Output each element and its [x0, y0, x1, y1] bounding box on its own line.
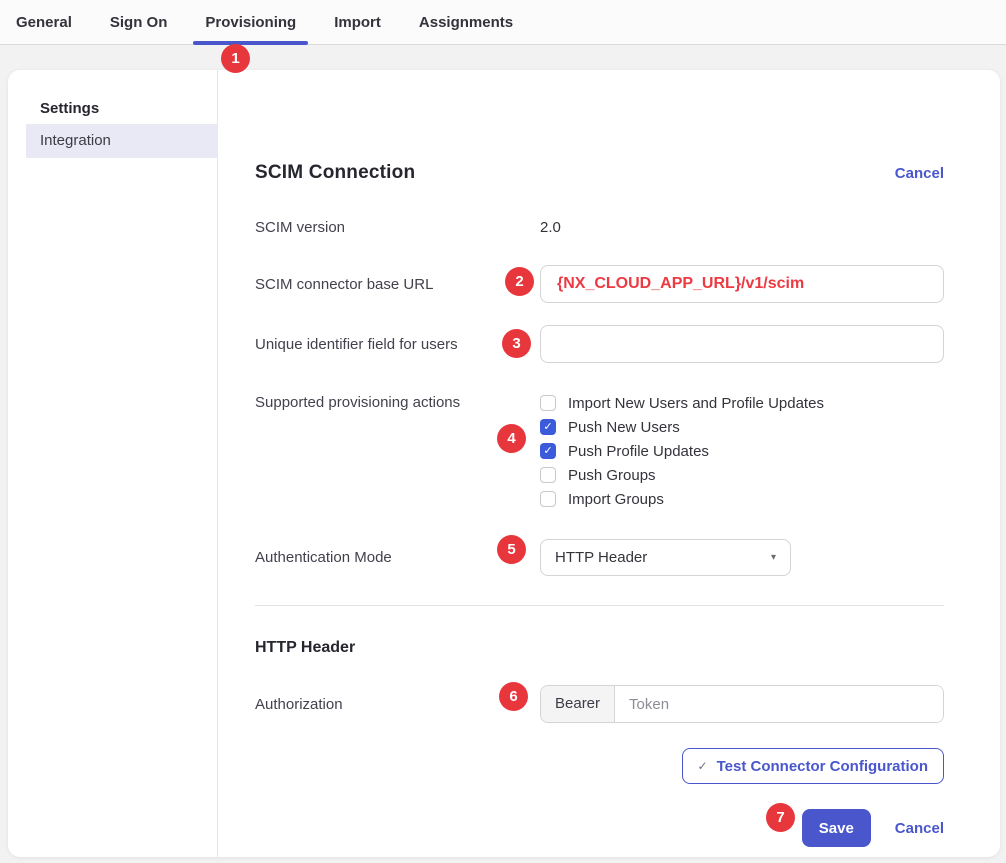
checkbox-import-groups[interactable]: Import Groups — [540, 487, 944, 511]
unique-id-label: Unique identifier field for users — [255, 336, 540, 353]
annotation-badge-4: 4 — [497, 424, 526, 453]
annotation-badge-2: 2 — [505, 267, 534, 296]
checkbox-label: Import New Users and Profile Updates — [568, 395, 824, 412]
checkbox-import-new-users[interactable]: Import New Users and Profile Updates — [540, 391, 944, 415]
tab-import[interactable]: Import — [322, 0, 393, 44]
base-url-input[interactable] — [540, 265, 944, 303]
annotation-badge-3: 3 — [502, 329, 531, 358]
checkbox-checked-icon[interactable] — [540, 443, 556, 459]
test-connector-configuration-button[interactable]: ✓ Test Connector Configuration — [682, 748, 944, 784]
token-input[interactable] — [615, 686, 943, 722]
provisioning-panel: Settings Integration SCIM Connection Can… — [8, 70, 1000, 857]
cancel-link-bottom[interactable]: Cancel — [895, 820, 944, 837]
auth-mode-select[interactable]: HTTP Header ▾ — [540, 539, 791, 576]
scim-version-value: 2.0 — [540, 219, 944, 236]
checkbox-label: Push Profile Updates — [568, 443, 709, 460]
test-button-label: Test Connector Configuration — [717, 758, 928, 775]
checkbox-push-new-users[interactable]: Push New Users — [540, 415, 944, 439]
tab-assignments[interactable]: Assignments — [407, 0, 525, 44]
scim-connection-form: SCIM Connection Cancel SCIM version 2.0 … — [218, 70, 1000, 857]
section-divider — [255, 605, 944, 606]
checkbox-label: Push New Users — [568, 419, 680, 436]
tab-sign-on[interactable]: Sign On — [98, 0, 180, 44]
tab-provisioning[interactable]: Provisioning — [193, 0, 308, 44]
auth-mode-selected-value: HTTP Header — [555, 549, 647, 566]
sidebar-item-integration[interactable]: Integration — [26, 124, 218, 158]
provisioning-actions-label: Supported provisioning actions — [255, 391, 540, 411]
save-button[interactable]: Save — [802, 809, 871, 847]
checkbox-checked-icon[interactable] — [540, 419, 556, 435]
check-icon: ✓ — [698, 759, 708, 773]
sidebar-heading: Settings — [8, 100, 217, 118]
authorization-label: Authorization — [255, 696, 540, 713]
authorization-input-group: Bearer — [540, 685, 944, 723]
page-title: SCIM Connection — [255, 162, 415, 184]
checkbox-label: Import Groups — [568, 491, 664, 508]
checkbox-push-profile-updates[interactable]: Push Profile Updates — [540, 439, 944, 463]
settings-sidebar: Settings Integration — [8, 70, 218, 857]
scim-version-label: SCIM version — [255, 219, 540, 236]
http-header-section-heading: HTTP Header — [255, 639, 944, 659]
annotation-badge-7: 7 — [766, 803, 795, 832]
checkbox-label: Push Groups — [568, 467, 656, 484]
checkbox-unchecked-icon[interactable] — [540, 395, 556, 411]
checkbox-push-groups[interactable]: Push Groups — [540, 463, 944, 487]
chevron-down-icon: ▾ — [771, 552, 776, 563]
unique-id-input[interactable] — [540, 325, 944, 363]
app-tab-bar: General Sign On Provisioning Import Assi… — [0, 0, 1006, 45]
bearer-prefix: Bearer — [541, 686, 615, 722]
annotation-badge-6: 6 — [499, 682, 528, 711]
tab-general[interactable]: General — [4, 0, 84, 44]
checkbox-unchecked-icon[interactable] — [540, 491, 556, 507]
base-url-label: SCIM connector base URL — [255, 276, 540, 293]
cancel-link-top[interactable]: Cancel — [895, 165, 944, 182]
checkbox-unchecked-icon[interactable] — [540, 467, 556, 483]
annotation-badge-5: 5 — [497, 535, 526, 564]
annotation-badge-1: 1 — [221, 44, 250, 73]
